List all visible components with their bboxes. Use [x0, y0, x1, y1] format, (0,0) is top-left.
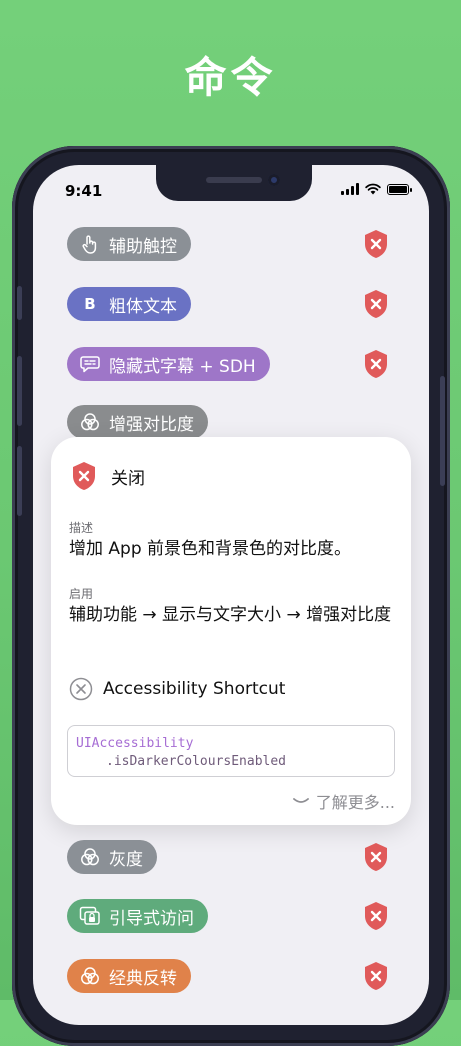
learn-more-label: 了解更多...	[315, 793, 395, 812]
shield-x-icon	[73, 462, 95, 490]
color-circles-icon	[79, 846, 101, 868]
shield-x-icon[interactable]	[363, 901, 389, 931]
wifi-icon	[365, 183, 381, 195]
status-label: 关闭	[111, 468, 145, 489]
learn-more-link[interactable]: 了解更多...	[292, 789, 395, 813]
bold-b-icon: B	[84, 295, 96, 313]
command-detail-card: 关闭 描述 增加 App 前景色和背景色的对比度。 启用 辅助功能 → 显示与文…	[51, 437, 411, 825]
description-heading: 描述	[69, 521, 94, 535]
command-label: 引导式访问	[109, 908, 194, 929]
accessibility-shortcut-row[interactable]: Accessibility Shortcut	[69, 677, 285, 701]
phone-side-button	[17, 446, 22, 516]
shield-x-icon[interactable]	[363, 349, 389, 379]
list-item: 辅助触控	[33, 227, 429, 263]
caption-bubble-icon	[79, 353, 101, 375]
battery-icon	[387, 183, 412, 195]
command-chip-assistive-touch[interactable]: 辅助触控	[67, 227, 191, 261]
list-item: 隐藏式字幕 + SDH	[33, 347, 429, 383]
phone-side-button	[17, 286, 22, 320]
speaker	[206, 177, 262, 183]
enable-heading: 启用	[69, 587, 94, 601]
notch	[156, 165, 312, 201]
command-label: 辅助触控	[109, 236, 177, 257]
status-header: 关闭	[71, 461, 145, 491]
guided-access-icon	[79, 905, 101, 927]
command-chip-classic-invert[interactable]: 经典反转	[67, 959, 191, 993]
command-chip-bold-text[interactable]: B 粗体文本	[67, 287, 191, 321]
phone-side-button	[17, 356, 22, 426]
command-label: 隐藏式字幕 + SDH	[109, 356, 256, 377]
status-time: 9:41	[65, 182, 103, 200]
code-snippet[interactable]: UIAccessibility .isDarkerColoursEnabled	[67, 725, 395, 777]
list-item: 增强对比度	[33, 405, 429, 441]
list-item: 引导式访问	[33, 899, 429, 935]
phone-side-button	[440, 376, 445, 486]
command-label: 灰度	[109, 849, 143, 870]
command-label: 粗体文本	[109, 296, 177, 317]
chevron-down-icon	[292, 798, 309, 803]
list-item: 灰度	[33, 840, 429, 876]
cellular-signal-icon	[341, 183, 359, 195]
list-item: B 粗体文本	[33, 287, 429, 323]
color-circles-icon	[79, 965, 101, 987]
shield-x-icon[interactable]	[363, 229, 389, 259]
description-text: 增加 App 前景色和背景色的对比度。	[69, 539, 352, 559]
enable-path-text: 辅助功能 → 显示与文字大小 → 增强对比度	[69, 605, 392, 625]
status-icons	[341, 183, 412, 195]
camera	[268, 174, 280, 186]
code-line: .isDarkerColoursEnabled	[106, 754, 287, 769]
page-title: 命令	[184, 53, 277, 102]
phone-screen: 9:41 辅助触控 B 粗体文本 隐藏式字幕 + SDH 增强对比度 关闭 描述…	[33, 165, 429, 1025]
command-label: 增强对比度	[109, 414, 194, 435]
touch-hand-icon	[79, 233, 101, 255]
shield-x-icon[interactable]	[363, 961, 389, 991]
command-chip-grayscale[interactable]: 灰度	[67, 840, 157, 874]
command-label: 经典反转	[109, 968, 177, 989]
shield-x-icon[interactable]	[363, 289, 389, 319]
shortcut-label: Accessibility Shortcut	[103, 679, 286, 699]
shield-x-icon[interactable]	[363, 842, 389, 872]
command-chip-closed-captions[interactable]: 隐藏式字幕 + SDH	[67, 347, 270, 381]
list-item: 经典反转	[33, 959, 429, 995]
command-chip-guided-access[interactable]: 引导式访问	[67, 899, 208, 933]
close-circle-icon	[69, 677, 93, 701]
color-circles-icon	[79, 411, 101, 433]
command-chip-increase-contrast[interactable]: 增强对比度	[67, 405, 208, 439]
code-line: UIAccessibility	[76, 736, 194, 751]
